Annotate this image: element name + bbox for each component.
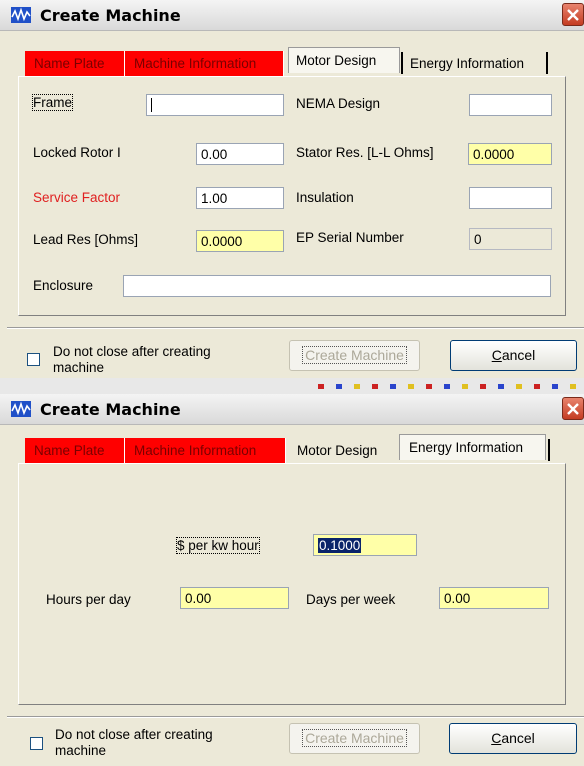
background-strip (0, 378, 584, 394)
cancel-accelerator: C (491, 730, 502, 746)
create-machine-button[interactable]: Create Machine (289, 340, 420, 371)
close-button[interactable] (562, 397, 584, 420)
lead-res-input[interactable]: 0.0000 (196, 230, 284, 252)
tab-machine-information[interactable]: Machine Information (125, 51, 284, 77)
service-factor-input[interactable]: 1.00 (196, 187, 284, 209)
keep-open-checkbox[interactable] (27, 353, 40, 366)
tab-energy-information[interactable]: Energy Information (404, 51, 544, 77)
dialog-title: Create Machine (40, 400, 181, 419)
days-per-week-label: Days per week (306, 592, 396, 607)
cancel-button[interactable]: Cancel (449, 723, 577, 754)
dialog-title: Create Machine (40, 6, 181, 25)
create-machine-button-label: Create Machine (302, 729, 407, 747)
tab-panel (18, 463, 566, 705)
app-wave-icon (11, 401, 31, 417)
tab-name-plate[interactable]: Name Plate (25, 438, 125, 464)
tab-separator (548, 439, 550, 461)
service-factor-label: Service Factor (33, 190, 121, 205)
insulation-input[interactable] (469, 187, 552, 209)
insulation-label: Insulation (296, 190, 354, 205)
nema-design-label: NEMA Design (296, 96, 381, 111)
locked-rotor-label: Locked Rotor I (33, 145, 121, 160)
create-machine-button-label: Create Machine (302, 346, 407, 364)
close-icon (567, 403, 579, 415)
ep-serial-input: 0 (469, 228, 552, 250)
nema-design-input[interactable] (469, 94, 552, 116)
background-graph-fragment (318, 384, 578, 389)
per-kw-hour-label: $ per kw hour (176, 537, 260, 554)
ep-serial-label: EP Serial Number (296, 230, 404, 245)
title-bar[interactable]: Create Machine (0, 0, 584, 31)
footer-divider (7, 327, 584, 329)
per-kw-hour-value: 0.1000 (318, 538, 362, 553)
locked-rotor-input[interactable]: 0.00 (196, 143, 284, 165)
enclosure-label: Enclosure (33, 278, 94, 293)
per-kw-hour-input[interactable]: 0.1000 (313, 534, 417, 556)
keep-open-label-line2: machine (55, 743, 107, 758)
app-wave-icon (11, 7, 31, 23)
frame-label: Frame (31, 94, 74, 111)
keep-open-label-line1: Do not close after creating (53, 344, 211, 359)
lead-res-label: Lead Res [Ohms] (33, 232, 139, 247)
stator-res-label: Stator Res. [L-L Ohms] (296, 145, 434, 160)
tab-machine-information[interactable]: Machine Information (125, 438, 286, 464)
cancel-button[interactable]: Cancel (450, 340, 577, 371)
stator-res-input[interactable]: 0.0000 (468, 143, 552, 165)
create-machine-button[interactable]: Create Machine (289, 723, 420, 754)
close-button[interactable] (562, 3, 584, 26)
tab-motor-design[interactable]: Motor Design (292, 438, 396, 464)
text-cursor (151, 98, 152, 112)
keep-open-label-line2: machine (53, 360, 105, 375)
keep-open-checkbox[interactable] (30, 737, 43, 750)
create-machine-dialog-motor-design: Create Machine Name Plate Machine Inform… (0, 0, 584, 378)
tab-separator (401, 52, 403, 74)
close-icon (567, 9, 579, 21)
tab-name-plate[interactable]: Name Plate (25, 51, 125, 77)
title-bar[interactable]: Create Machine (0, 394, 584, 425)
cancel-label: ancel (501, 730, 535, 746)
enclosure-input[interactable] (123, 275, 551, 297)
footer-divider (7, 716, 584, 718)
tab-energy-information[interactable]: Energy Information (399, 434, 546, 460)
tab-separator (546, 52, 548, 74)
create-machine-dialog-energy-information: Create Machine Name Plate Machine Inform… (0, 394, 584, 766)
cancel-label: ancel (501, 347, 536, 363)
hours-per-day-input[interactable]: 0.00 (180, 587, 289, 609)
tab-motor-design[interactable]: Motor Design (288, 47, 400, 73)
days-per-week-input[interactable]: 0.00 (439, 587, 549, 609)
hours-per-day-label: Hours per day (46, 592, 131, 607)
frame-input[interactable] (146, 94, 284, 116)
cancel-accelerator: C (491, 347, 502, 363)
keep-open-label-line1: Do not close after creating (55, 727, 213, 742)
